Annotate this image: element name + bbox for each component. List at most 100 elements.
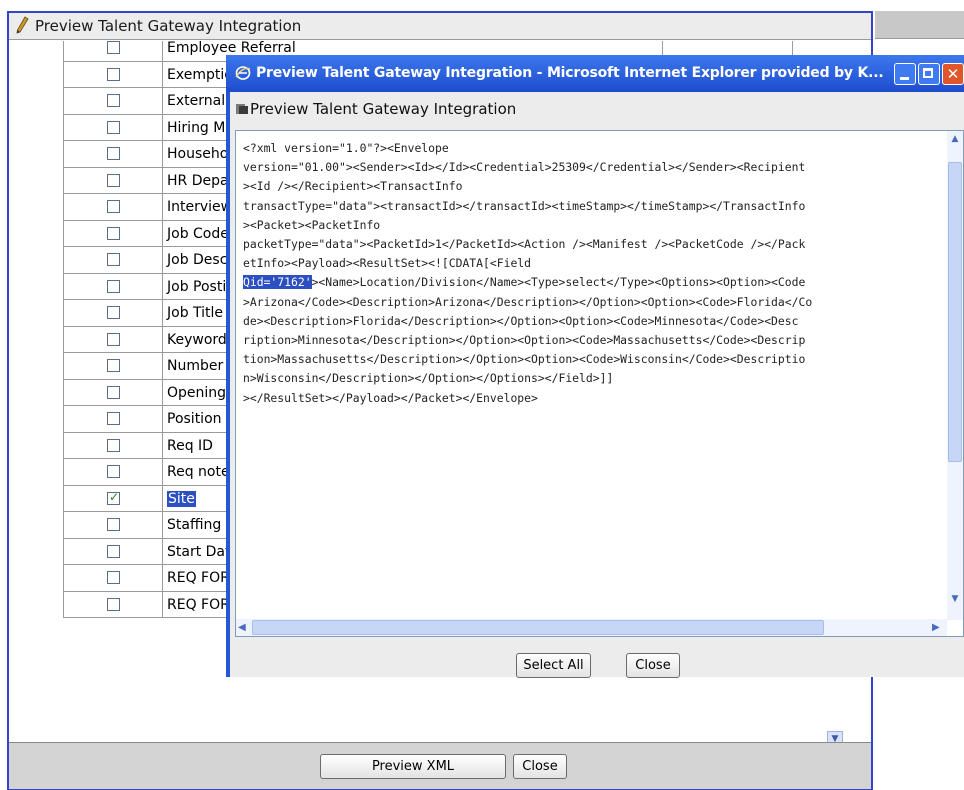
page-icon (236, 104, 248, 114)
popup-title-bar[interactable]: Preview Talent Gateway Integration - Mic… (226, 55, 964, 92)
row-checkbox[interactable] (107, 147, 120, 160)
checkbox-cell (63, 61, 163, 88)
maximize-button[interactable] (918, 63, 940, 85)
row-checkbox[interactable] (107, 597, 120, 611)
row-gutter (9, 459, 63, 486)
row-gutter (9, 221, 63, 248)
checkbox-cell (63, 591, 163, 618)
row-checkbox[interactable] (107, 490, 120, 505)
vertical-scrollbar[interactable]: ▲ ▼ (947, 131, 963, 620)
row-checkbox[interactable] (107, 253, 120, 266)
checkbox-cell (63, 565, 163, 592)
field-name[interactable]: Site (167, 490, 196, 507)
checkbox-cell (63, 379, 163, 406)
scroll-down-icon[interactable]: ▼ (947, 591, 963, 608)
checkbox-cell (63, 194, 163, 221)
row-checkbox[interactable] (107, 226, 120, 240)
checkbox-cell (63, 41, 163, 62)
internet-explorer-icon (235, 66, 251, 80)
checkbox-cell (63, 141, 163, 168)
row-checkbox[interactable] (107, 173, 120, 187)
row-gutter (9, 88, 63, 115)
xml-line: n>Wisconsin</Description></Option></Opti… (243, 371, 614, 386)
background-footer: Preview XML Close (9, 742, 871, 789)
field-name[interactable]: Employee Referral (167, 41, 296, 56)
scroll-right-icon[interactable]: ▶ (932, 619, 946, 636)
xml-line: >Arizona</Code><Description>Arizona</Des… (243, 294, 813, 309)
field-name[interactable]: Openings (167, 385, 233, 401)
row-checkbox[interactable] (107, 438, 120, 452)
xml-line: ription>Minnesota</Description></Option>… (243, 333, 806, 348)
field-name[interactable]: Keywords (167, 332, 234, 348)
scroll-left-icon[interactable]: ◀ (238, 619, 252, 636)
row-checkbox[interactable] (107, 120, 120, 134)
select-all-button[interactable]: Select All (516, 653, 591, 678)
popup-body: Preview Talent Gateway Integration <?xml… (230, 92, 964, 678)
field-name[interactable]: Job Code (167, 226, 229, 242)
selected-text: Qid='7162' (243, 275, 312, 290)
background-title-bar-extension (875, 11, 964, 39)
row-gutter (9, 327, 63, 354)
row-checkbox[interactable] (107, 465, 120, 478)
row-checkbox[interactable] (107, 571, 120, 584)
row-gutter (9, 115, 63, 142)
row-gutter (9, 194, 63, 221)
xml-line: version="01.00"><Sender><Id></Id><Creden… (243, 160, 806, 175)
row-checkbox[interactable] (107, 359, 120, 372)
checkbox-cell (63, 273, 163, 300)
checkbox-cell (63, 326, 163, 353)
row-checkbox[interactable] (107, 385, 120, 399)
row-checkbox[interactable] (107, 544, 120, 558)
checkbox-cell (63, 167, 163, 194)
row-gutter (9, 247, 63, 274)
preview-xml-button[interactable]: Preview XML (320, 754, 506, 779)
field-name[interactable]: Position (167, 411, 222, 427)
horizontal-scrollbar[interactable]: ◀ ▶ (236, 619, 947, 636)
row-gutter (9, 41, 63, 62)
row-gutter (9, 353, 63, 380)
row-checkbox[interactable] (107, 41, 120, 54)
horizontal-scroll-thumb[interactable] (252, 620, 824, 635)
row-gutter (9, 486, 63, 513)
popup-subtitle: Preview Talent Gateway Integration (250, 100, 517, 118)
checkbox-cell (63, 353, 163, 380)
field-name[interactable]: Interview (167, 199, 232, 215)
xml-line: <?xml version="1.0"?><Envelope (243, 141, 449, 155)
field-name[interactable]: Number (167, 358, 223, 374)
row-checkbox[interactable] (107, 412, 120, 425)
xml-output-textarea[interactable]: <?xml version="1.0"?><Envelope version="0… (235, 130, 964, 637)
field-name[interactable]: Job Title (167, 305, 223, 321)
window-close-button[interactable]: ✕ (942, 63, 964, 85)
checkbox-cell (63, 88, 163, 115)
row-checkbox[interactable] (107, 306, 120, 319)
popup-close-button[interactable]: Close (626, 653, 680, 678)
xml-line: ></ResultSet></Payload></Packet></Envelo… (243, 390, 538, 405)
field-name[interactable]: Staffing (167, 517, 221, 533)
row-checkbox[interactable] (107, 279, 120, 293)
row-checkbox[interactable] (107, 200, 120, 213)
row-checkbox[interactable] (107, 67, 120, 81)
checkbox-cell (63, 459, 163, 486)
row-gutter (9, 512, 63, 539)
row-gutter (9, 433, 63, 460)
close-button[interactable]: Close (513, 754, 567, 779)
scroll-up-icon[interactable]: ▲ (947, 131, 963, 148)
xml-line: transactType="data"><transactId></transa… (243, 198, 806, 213)
xml-line: etInfo><Payload><ResultSet><![CDATA[<Fie… (243, 256, 532, 271)
row-gutter (9, 539, 63, 566)
xml-preview-popup: Preview Talent Gateway Integration - Mic… (226, 55, 964, 678)
minimize-button[interactable] (894, 63, 916, 85)
xml-line-rest: ><Name>Location/Division</Name><Type>sel… (311, 275, 806, 290)
checkbox-cell (63, 300, 163, 327)
vertical-scroll-thumb[interactable] (948, 162, 962, 462)
checkbox-cell (63, 247, 163, 274)
row-gutter (9, 592, 63, 619)
row-checkbox[interactable] (107, 518, 120, 531)
row-checkbox[interactable] (107, 94, 120, 107)
row-gutter (9, 62, 63, 89)
popup-subtitle-bar: Preview Talent Gateway Integration (230, 92, 964, 126)
checkbox-cell (63, 538, 163, 565)
row-checkbox[interactable] (107, 332, 120, 346)
checkbox-cell (63, 485, 163, 512)
field-name[interactable]: Req ID (167, 438, 213, 454)
